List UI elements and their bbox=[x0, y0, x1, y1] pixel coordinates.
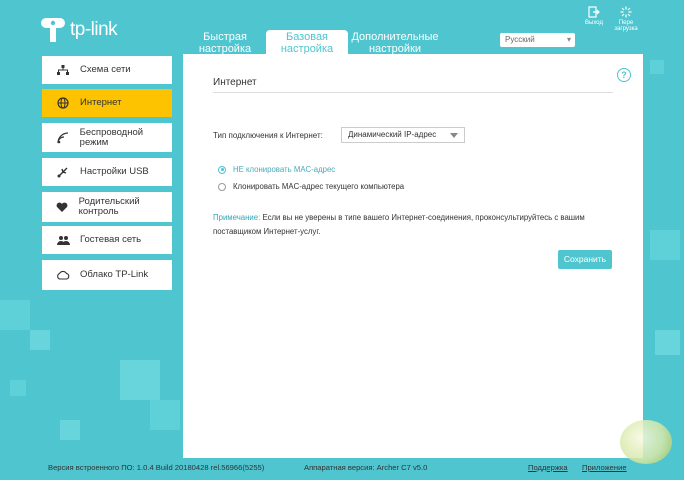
language-select[interactable]: Русский ▾ bbox=[500, 33, 575, 47]
sidebar-item-label: Родительский контроль bbox=[78, 196, 140, 217]
tplink-logo-icon bbox=[41, 18, 65, 42]
hardware-version: Аппаратная версия: Archer C7 v5.0 bbox=[304, 463, 428, 472]
wireless-icon bbox=[56, 131, 70, 145]
radio-label: НЕ клонировать MAC-адрес bbox=[233, 165, 336, 174]
tplink-logo: tp-link bbox=[40, 12, 130, 48]
reboot-button[interactable]: Пере загрузка bbox=[614, 6, 638, 32]
firmware-version: Версия встроенного ПО: 1.0.4 Build 20180… bbox=[48, 463, 265, 472]
sidebar-item-internet[interactable]: Интернет bbox=[42, 89, 172, 117]
sidebar-item-label: Беспроводной режим bbox=[79, 126, 144, 148]
chevron-down-icon: ▾ bbox=[566, 35, 571, 44]
footer: Версия встроенного ПО: 1.0.4 Build 20180… bbox=[0, 458, 684, 480]
sidebar-item-network-map[interactable]: Схема сети bbox=[42, 56, 172, 84]
radio-button[interactable] bbox=[218, 165, 226, 174]
note: Примечание: Если вы не уверены в типе ва… bbox=[213, 211, 613, 239]
logout-icon bbox=[588, 6, 600, 18]
parental-control-icon bbox=[56, 200, 69, 214]
usb-icon bbox=[56, 165, 70, 179]
sidebar-item-guest-network[interactable]: Гостевая сеть bbox=[42, 226, 172, 254]
sidebar-item-label: Интернет bbox=[80, 97, 122, 108]
decor-square bbox=[650, 60, 664, 74]
decor-square bbox=[120, 360, 160, 400]
save-button[interactable]: Сохранить bbox=[558, 250, 612, 269]
decor-square bbox=[650, 230, 680, 260]
tab-quick-setup[interactable]: Быстрая настройка bbox=[188, 30, 262, 55]
reboot-label: Пере загрузка bbox=[614, 20, 638, 32]
guest-network-icon bbox=[56, 233, 70, 247]
help-icon[interactable]: ? bbox=[617, 68, 631, 82]
page-title: Интернет bbox=[213, 77, 257, 88]
logo-text: tp-link bbox=[70, 19, 118, 40]
decor-square bbox=[60, 420, 80, 440]
radio-clone-mac[interactable]: Клонировать MAC-адрес текущего компьютер… bbox=[218, 182, 404, 191]
network-map-icon bbox=[56, 63, 70, 77]
radio-button[interactable] bbox=[218, 182, 226, 191]
decor-square bbox=[30, 330, 50, 350]
globe-icon bbox=[56, 96, 70, 110]
sidebar-item-label: Настройки USB bbox=[80, 166, 149, 177]
decor-square bbox=[150, 400, 180, 430]
language-value: Русский bbox=[505, 35, 535, 44]
radio-no-clone-mac[interactable]: НЕ клонировать MAC-адрес bbox=[218, 165, 335, 174]
cloud-icon bbox=[56, 268, 70, 282]
reboot-icon bbox=[620, 6, 632, 18]
note-text: Если вы не уверены в типе вашего Интерне… bbox=[213, 213, 585, 236]
sidebar-item-wireless[interactable]: Беспроводной режим bbox=[42, 123, 172, 152]
sidebar-item-usb[interactable]: Настройки USB bbox=[42, 158, 172, 186]
decor-square bbox=[655, 330, 680, 355]
decor-square bbox=[10, 380, 26, 396]
radio-label: Клонировать MAC-адрес текущего компьютер… bbox=[233, 182, 405, 191]
connection-type-value: Динамический IP-адрес bbox=[348, 130, 437, 139]
sidebar-item-label: Облако TP-Link bbox=[80, 269, 149, 280]
tab-advanced-settings[interactable]: Дополнительные настройки bbox=[350, 30, 440, 55]
logout-label: Выход bbox=[585, 20, 603, 26]
connection-type-label: Тип подключения к Интернет: bbox=[213, 131, 323, 140]
decor-square bbox=[0, 300, 30, 330]
watermark-logo bbox=[620, 420, 672, 464]
sidebar-item-cloud[interactable]: Облако TP-Link bbox=[42, 260, 172, 290]
support-link[interactable]: Поддержка bbox=[528, 463, 568, 472]
note-label: Примечание: bbox=[213, 213, 261, 222]
chevron-down-icon bbox=[450, 133, 458, 138]
app-link[interactable]: Приложение bbox=[582, 463, 627, 472]
connection-type-select[interactable]: Динамический IP-адрес bbox=[341, 127, 465, 143]
title-divider bbox=[213, 92, 613, 93]
sidebar-item-parental-control[interactable]: Родительский контроль bbox=[42, 192, 172, 222]
logout-button[interactable]: Выход bbox=[583, 6, 605, 26]
sidebar-item-label: Гостевая сеть bbox=[80, 234, 142, 245]
tab-basic-settings[interactable]: Базовая настройка bbox=[266, 30, 348, 55]
sidebar-item-label: Схема сети bbox=[80, 64, 131, 75]
main-panel: Интернет ? Тип подключения к Интернет: Д… bbox=[183, 54, 643, 458]
